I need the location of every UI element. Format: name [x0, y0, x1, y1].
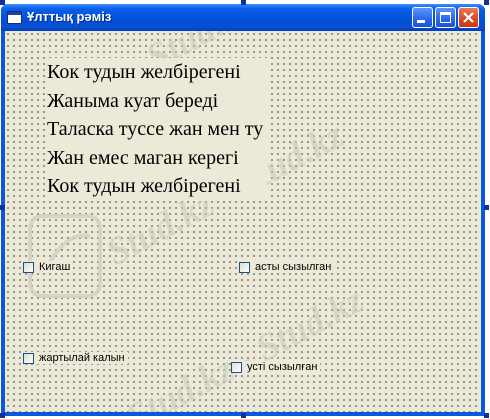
- resize-handle-top-right[interactable]: [484, 0, 489, 5]
- title-bar[interactable]: Ұлттық рәміз: [1, 4, 485, 31]
- poem-line: Жаныма куат бередi: [47, 89, 219, 112]
- resize-handle-bottom-left[interactable]: [0, 413, 5, 418]
- checkbox-box[interactable]: [23, 352, 34, 364]
- maximize-button[interactable]: [435, 7, 456, 28]
- overline-checkbox-label: усті сызылған: [247, 361, 318, 373]
- half-bold-checkbox-label: жартылай калын: [39, 352, 125, 364]
- poem-line: Кок тудын желбiрегенi: [47, 175, 241, 197]
- resize-handle-middle-left[interactable]: [0, 205, 5, 210]
- checkbox-box[interactable]: [23, 261, 34, 273]
- window-title: Ұлттық рәміз: [27, 9, 112, 24]
- form-client-area: Stud.kz - Stud.kz Stud.kz - Stud.kz Stud…: [5, 31, 481, 412]
- watermark-text-3: Stud.kz - Stud.kz: [120, 279, 371, 412]
- minimize-icon: [417, 20, 425, 23]
- close-button[interactable]: [458, 7, 479, 28]
- resize-handle-top-left[interactable]: [0, 0, 5, 5]
- form-icon: [7, 11, 22, 24]
- resize-handle-bottom-center[interactable]: [241, 413, 246, 418]
- form-window: Ұлттық рәміз Stud.kz - Stud.kz Stud.kz -…: [1, 4, 485, 416]
- italic-checkbox-label: Кигаш: [39, 261, 71, 273]
- italic-checkbox[interactable]: Кигаш: [23, 261, 74, 273]
- maximize-icon: [440, 12, 451, 23]
- resize-handle-middle-right[interactable]: [484, 205, 489, 210]
- poem-line: Кок тудын желбiрегенi: [47, 61, 241, 83]
- poem-line: Жан емес маган керегi: [47, 146, 239, 169]
- half-bold-checkbox[interactable]: жартылай калын: [23, 352, 128, 364]
- checkbox-box[interactable]: [239, 261, 250, 273]
- underline-checkbox[interactable]: асты сызылган: [239, 261, 335, 273]
- poem-label: Кок тудын желбiрегенi Жаныма куат бередi…: [46, 58, 268, 201]
- overline-checkbox[interactable]: усті сызылған: [231, 361, 321, 373]
- watermark-logo: [28, 214, 102, 298]
- checkbox-box[interactable]: [231, 361, 242, 373]
- close-icon: [463, 12, 474, 23]
- resize-handle-top-center[interactable]: [241, 0, 246, 5]
- minimize-button[interactable]: [412, 7, 433, 28]
- underline-checkbox-label: асты сызылган: [255, 261, 332, 273]
- resize-handle-bottom-right[interactable]: [484, 413, 489, 418]
- poem-line: Таласка туссе жан мен ту: [47, 118, 264, 140]
